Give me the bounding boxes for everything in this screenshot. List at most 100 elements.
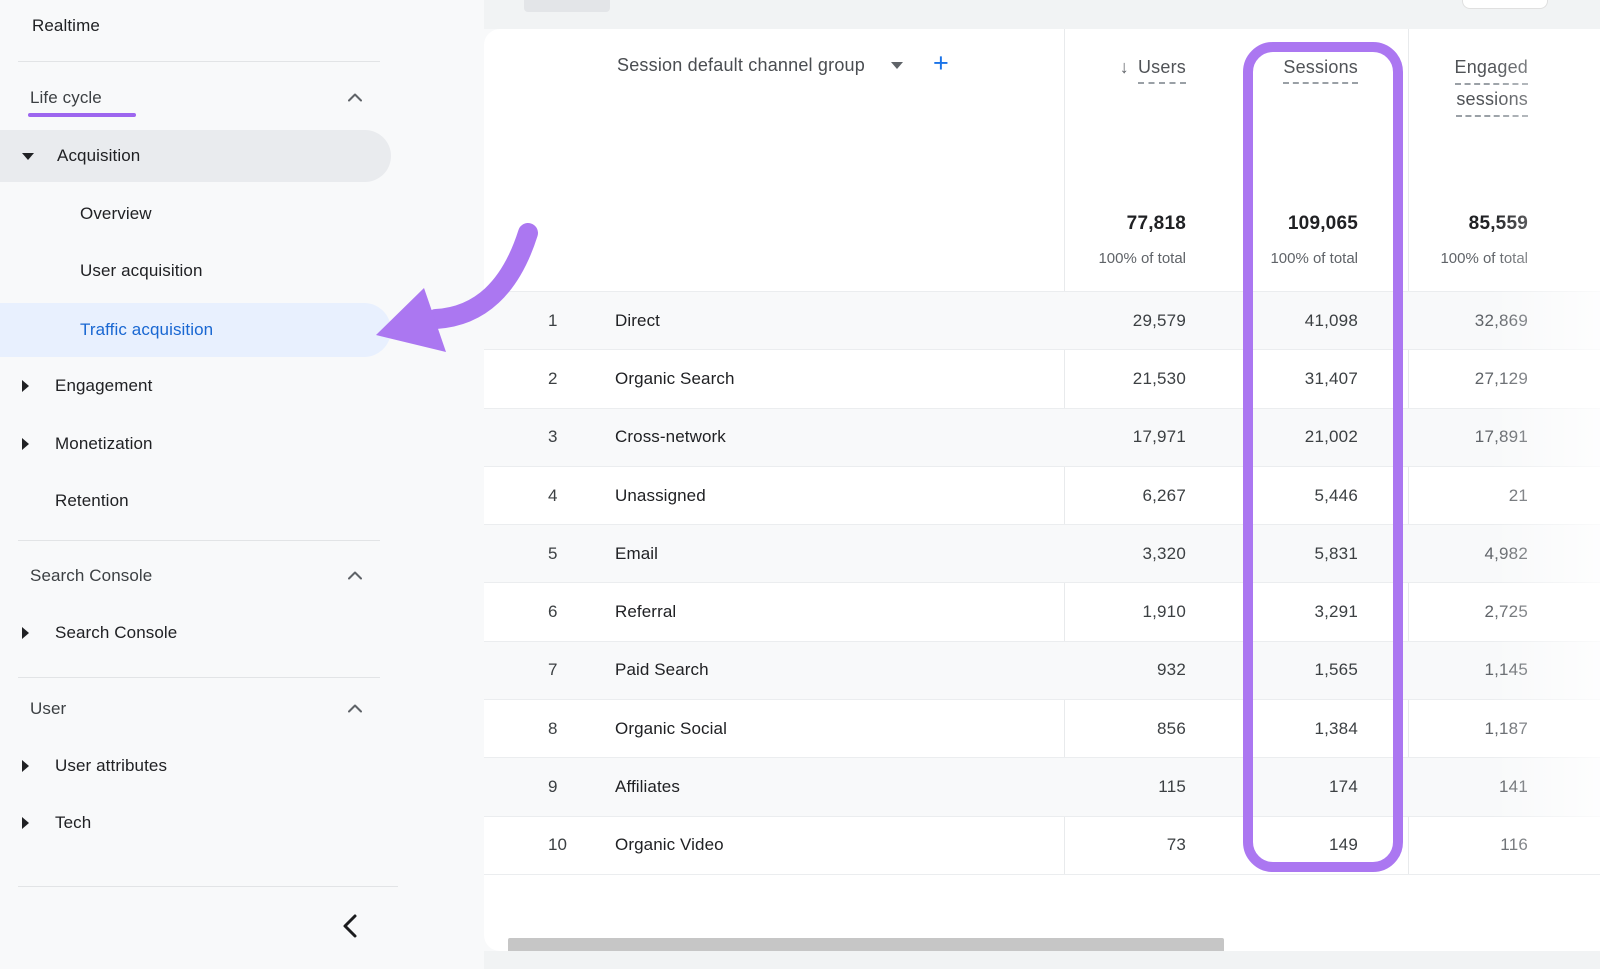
table-row[interactable]: 5 Email 3,320 5,831 4,982 [484,525,1600,583]
dialog-edge [1462,0,1548,9]
row-users: 932 [1157,660,1186,680]
divider [18,540,380,541]
sidebar-item-acquisition[interactable]: Acquisition [0,130,391,182]
dimension-dropdown[interactable]: Session default channel group [617,55,865,76]
row-engaged: 21 [1509,486,1528,506]
table-row[interactable]: 9 Affiliates 115 174 141 [484,758,1600,816]
horizontal-scrollbar[interactable] [508,938,1224,951]
row-sessions: 21,002 [1305,427,1358,447]
column-header-label: Sessions [1283,57,1358,84]
row-rank: 5 [548,544,557,564]
row-users: 21,530 [1133,369,1186,389]
report-navigation-sidebar: Realtime Life cycle Acquisition Overview… [0,0,484,969]
divider [18,61,380,62]
add-dimension-button[interactable]: + [933,50,949,77]
sidebar-item-realtime[interactable]: Realtime [0,0,391,52]
sidebar-item-label: Overview [80,204,152,224]
total-users-subtext: 100% of total [1098,250,1186,267]
table-row[interactable]: 3 Cross-network 17,971 21,002 17,891 [484,409,1600,467]
sidebar-item-user-acquisition[interactable]: User acquisition [0,245,391,297]
expand-triangle-icon[interactable] [22,817,29,829]
sidebar-item-label: Search Console [55,623,177,643]
row-rank: 2 [548,369,557,389]
row-sessions: 149 [1329,835,1358,855]
row-sessions: 5,446 [1314,486,1358,506]
dropdown-arrow-icon[interactable] [891,62,903,69]
expand-triangle-icon[interactable] [22,760,29,772]
section-header-label: Search Console [30,566,152,586]
sidebar-item-label: Realtime [32,16,100,36]
table-body: 1 Direct 29,579 41,098 32,869 2 Organic … [484,291,1600,875]
sidebar-item-tech[interactable]: Tech [0,797,391,849]
sidebar-item-search-console[interactable]: Search Console [0,607,391,659]
sidebar-item-label: Tech [55,813,91,833]
row-sessions: 174 [1329,777,1358,797]
sidebar-item-monetization[interactable]: Monetization [0,418,391,470]
row-engaged: 27,129 [1475,369,1528,389]
collapse-sidebar-button[interactable] [336,910,368,944]
expand-triangle-icon[interactable] [22,627,29,639]
sidebar-item-label: User acquisition [80,261,203,281]
column-header-sessions[interactable]: Sessions [1283,57,1358,78]
section-header-label: Life cycle [30,88,102,108]
total-users: 77,818 [1127,213,1186,235]
table-row[interactable]: 7 Paid Search 932 1,565 1,145 [484,642,1600,700]
column-header-users[interactable]: ↓Users [1120,57,1186,78]
row-engaged: 1,187 [1484,719,1528,739]
section-header-search-console[interactable]: Search Console [0,550,391,602]
sidebar-item-label: Monetization [55,434,153,454]
row-channel: Organic Video [615,835,724,855]
row-rank: 10 [548,835,567,855]
row-sessions: 41,098 [1305,311,1358,331]
row-rank: 4 [548,486,557,506]
column-header-engaged-sessions[interactable]: Engaged sessions [1455,57,1528,117]
table-row[interactable]: 8 Organic Social 856 1,384 1,187 [484,700,1600,758]
row-rank: 6 [548,602,557,622]
divider [18,886,398,887]
page-background-band [484,951,1600,969]
sort-descending-icon[interactable]: ↓ [1120,57,1129,77]
row-sessions: 31,407 [1305,369,1358,389]
chevron-left-icon [336,910,364,942]
row-engaged: 32,869 [1475,311,1528,331]
sidebar-item-overview[interactable]: Overview [0,188,391,240]
row-users: 115 [1158,777,1186,797]
chevron-up-icon[interactable] [348,704,362,713]
row-channel: Referral [615,602,676,622]
scroll-remnant [524,0,610,12]
section-header-user[interactable]: User [0,683,391,735]
chevron-up-icon[interactable] [348,571,362,580]
sidebar-item-user-attributes[interactable]: User attributes [0,740,391,792]
total-sessions: 109,065 [1288,213,1358,235]
table-row[interactable]: 2 Organic Search 21,530 31,407 27,129 [484,350,1600,408]
row-users: 29,579 [1133,311,1186,331]
row-sessions: 5,831 [1314,544,1358,564]
sidebar-item-retention[interactable]: Retention [0,475,391,527]
row-channel: Unassigned [615,486,706,506]
table-row[interactable]: 6 Referral 1,910 3,291 2,725 [484,583,1600,641]
sidebar-item-engagement[interactable]: Engagement [0,360,391,412]
sidebar-item-label: User attributes [55,756,167,776]
column-header-label: sessions [1456,89,1528,117]
row-sessions: 1,565 [1314,660,1358,680]
page-background-band [484,0,1600,29]
expand-triangle-icon[interactable] [22,380,29,392]
row-users: 17,971 [1133,427,1186,447]
traffic-acquisition-table-card: Session default channel group + ↓Users S… [484,29,1600,951]
collapse-triangle-icon[interactable] [22,153,34,160]
row-channel: Paid Search [615,660,709,680]
table-row[interactable]: 1 Direct 29,579 41,098 32,869 [484,292,1600,350]
row-users: 73 [1167,835,1186,855]
row-rank: 9 [548,777,557,797]
expand-triangle-icon[interactable] [22,438,29,450]
row-users: 3,320 [1142,544,1186,564]
table-row[interactable]: 10 Organic Video 73 149 116 [484,817,1600,875]
sidebar-item-label: Acquisition [57,146,140,166]
chevron-up-icon[interactable] [348,93,362,102]
row-rank: 1 [548,311,557,331]
sidebar-item-traffic-acquisition[interactable]: Traffic acquisition [0,303,391,357]
total-engaged-sessions: 85,559 [1469,213,1528,235]
table-row[interactable]: 4 Unassigned 6,267 5,446 21 [484,467,1600,525]
row-engaged: 116 [1500,835,1528,855]
total-sessions-subtext: 100% of total [1270,250,1358,267]
